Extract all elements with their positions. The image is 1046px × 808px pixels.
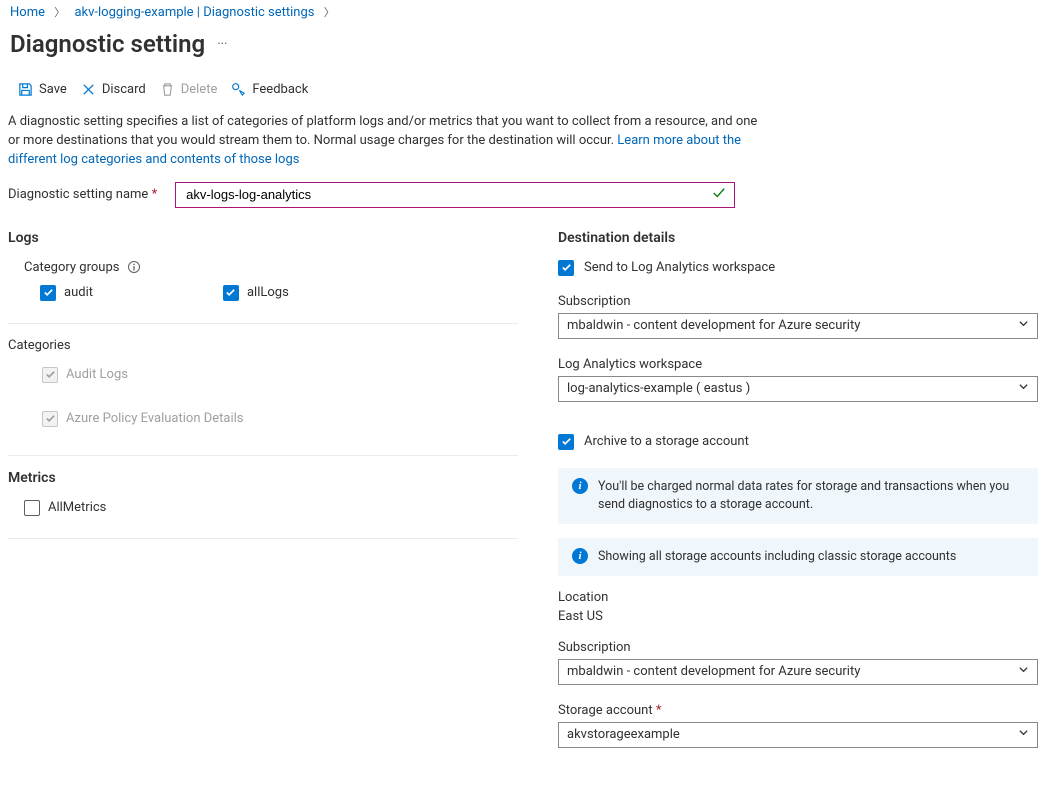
checkbox-send-law[interactable]: Send to Log Analytics workspace [558, 260, 1038, 276]
delete-button: Delete [160, 82, 218, 97]
checkbox-audit-logs: Audit Logs [42, 367, 518, 383]
info-storage-charge: i You'll be charged normal data rates fo… [558, 468, 1038, 524]
separator [8, 538, 518, 539]
info-icon: i [572, 548, 588, 564]
subscription2-value: mbaldwin - content development for Azure… [567, 664, 860, 679]
checkbox-disabled-icon [42, 411, 58, 427]
breadcrumb: Home 〉 akv-logging-example | Diagnostic … [8, 2, 1038, 26]
breadcrumb-home[interactable]: Home [10, 5, 45, 20]
setting-name-input-wrap[interactable] [175, 182, 735, 208]
checkbox-icon [223, 285, 239, 301]
storage-account-select[interactable]: akvstorageexample [558, 722, 1038, 748]
audit-label: audit [64, 285, 93, 300]
categories-header: Categories [8, 338, 518, 353]
setting-name-label: Diagnostic setting name * [8, 187, 157, 202]
allmetrics-label: AllMetrics [48, 500, 106, 515]
subscription-label: Subscription [558, 294, 1038, 309]
toolbar: Save Discard Delete Feedback [8, 76, 1038, 107]
info-text: Showing all storage accounts including c… [598, 548, 956, 566]
checkbox-icon [40, 285, 56, 301]
save-label: Save [39, 82, 67, 97]
chevron-down-icon [1018, 664, 1029, 679]
close-icon [81, 82, 96, 97]
checkbox-policy-eval: Azure Policy Evaluation Details [42, 411, 518, 427]
intro-text: A diagnostic setting specifies a list of… [8, 107, 768, 180]
setting-name-input[interactable] [184, 186, 704, 203]
subscription2-label: Subscription [558, 640, 1038, 655]
checkbox-audit[interactable]: audit [40, 285, 93, 301]
breadcrumb-sep-icon: 〉 [318, 6, 341, 19]
cat-audit-label: Audit Logs [66, 367, 128, 382]
info-text: You'll be charged normal data rates for … [598, 478, 1024, 514]
subscription-select[interactable]: mbaldwin - content development for Azure… [558, 313, 1038, 339]
breadcrumb-sep-icon: 〉 [48, 6, 71, 19]
location-value: East US [558, 605, 1038, 624]
checkbox-disabled-icon [42, 367, 58, 383]
archive-storage-label: Archive to a storage account [584, 434, 749, 449]
checkbox-icon [558, 260, 574, 276]
save-icon [18, 82, 33, 97]
info-storage-showing: i Showing all storage accounts including… [558, 538, 1038, 576]
feedback-icon [231, 82, 246, 97]
more-icon[interactable]: ··· [213, 37, 231, 52]
feedback-button[interactable]: Feedback [231, 82, 308, 97]
checkbox-allmetrics[interactable]: AllMetrics [24, 500, 518, 516]
law-value: log-analytics-example ( eastus ) [567, 381, 750, 396]
separator [8, 323, 518, 324]
info-icon[interactable] [127, 260, 141, 274]
send-law-label: Send to Log Analytics workspace [584, 260, 775, 275]
discard-button[interactable]: Discard [81, 82, 146, 97]
subscription-value: mbaldwin - content development for Azure… [567, 318, 860, 333]
law-select[interactable]: log-analytics-example ( eastus ) [558, 376, 1038, 402]
checkbox-alllogs[interactable]: allLogs [223, 285, 289, 301]
breadcrumb-resource[interactable]: akv-logging-example | Diagnostic setting… [74, 5, 314, 20]
metrics-header: Metrics [8, 470, 518, 486]
storage-account-value: akvstorageexample [567, 727, 680, 742]
subscription2-select[interactable]: mbaldwin - content development for Azure… [558, 659, 1038, 685]
chevron-down-icon [1018, 727, 1029, 742]
info-icon: i [572, 478, 588, 494]
destination-header: Destination details [558, 230, 1038, 246]
delete-label: Delete [181, 82, 218, 97]
checkbox-archive-storage[interactable]: Archive to a storage account [558, 434, 1038, 450]
chevron-down-icon [1018, 381, 1029, 396]
category-groups-header: Category groups [24, 260, 518, 275]
valid-check-icon [712, 186, 726, 204]
storage-account-label: Storage account * [558, 703, 1038, 718]
alllogs-label: allLogs [247, 285, 289, 300]
save-button[interactable]: Save [18, 82, 67, 97]
discard-label: Discard [102, 82, 146, 97]
law-field-label: Log Analytics workspace [558, 357, 1038, 372]
trash-icon [160, 82, 175, 97]
chevron-down-icon [1018, 318, 1029, 333]
checkbox-icon [24, 500, 40, 516]
feedback-label: Feedback [252, 82, 308, 97]
checkbox-icon [558, 434, 574, 450]
logs-header: Logs [8, 230, 518, 246]
cat-policy-label: Azure Policy Evaluation Details [66, 411, 244, 426]
separator [8, 455, 518, 456]
page-title: Diagnostic setting [10, 30, 205, 58]
location-label: Location [558, 590, 1038, 605]
